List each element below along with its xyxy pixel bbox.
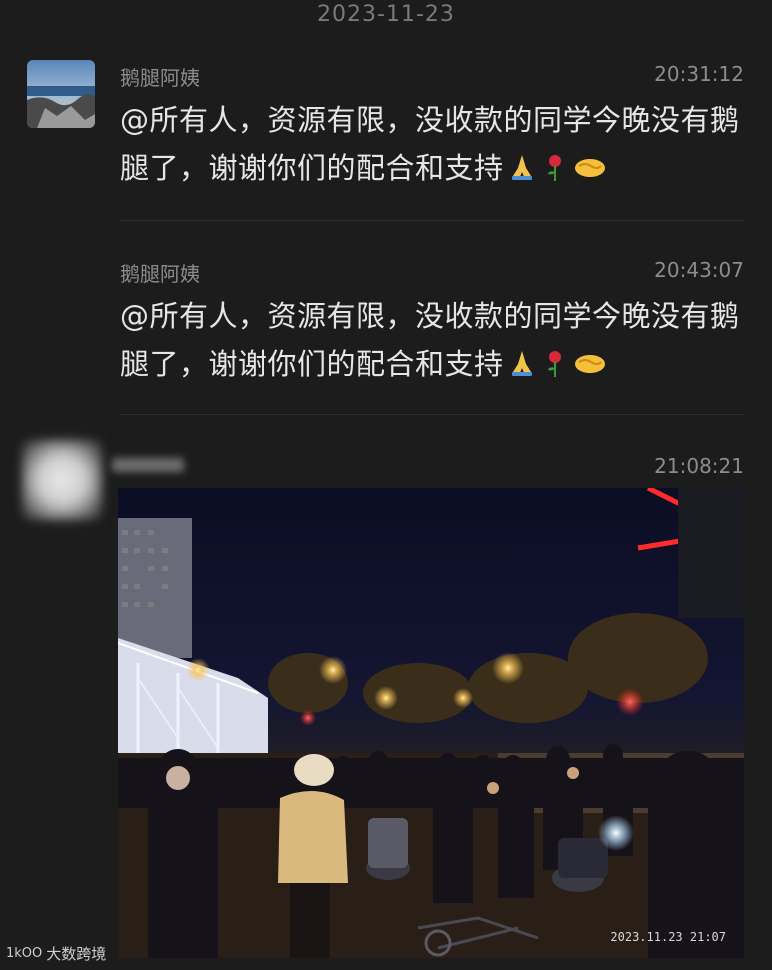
folded-hands-icon [507, 148, 537, 196]
watermark: 1kOO 大数跨境 [6, 943, 106, 964]
handshake-icon [573, 148, 607, 196]
sender-name: 鹅腿阿姨 [120, 66, 200, 90]
photo-timestamp: 2023.11.23 21:07 [610, 930, 726, 944]
rose-icon [540, 148, 570, 196]
message-body: @所有人，资源有限，没收款的同学今晚没有鹅腿了，谢谢你们的配合和支持 [120, 299, 740, 381]
avatar[interactable] [27, 60, 95, 128]
message-photo[interactable]: 2023.11.23 21:07 [118, 488, 744, 958]
sender-name-blurred [112, 458, 184, 472]
sender-name: 鹅腿阿姨 [120, 262, 200, 286]
message-text: @所有人，资源有限，没收款的同学今晚没有鹅腿了，谢谢你们的配合和支持 [120, 292, 750, 392]
message-divider [120, 220, 744, 221]
message-time: 20:43:07 [654, 258, 744, 282]
avatar-blurred[interactable] [22, 440, 102, 520]
message-time: 21:08:21 [654, 454, 744, 478]
message-time: 20:31:12 [654, 62, 744, 86]
handshake-icon [573, 344, 607, 392]
watermark-logo: 1kOO [6, 946, 43, 961]
watermark-text: 大数跨境 [46, 945, 107, 963]
message-body: @所有人，资源有限，没收款的同学今晚没有鹅腿了，谢谢你们的配合和支持 [120, 103, 740, 185]
rose-icon [540, 344, 570, 392]
folded-hands-icon [507, 344, 537, 392]
message-text: @所有人，资源有限，没收款的同学今晚没有鹅腿了，谢谢你们的配合和支持 [120, 96, 750, 196]
message-divider [120, 414, 744, 415]
date-separator: 2023-11-23 [317, 2, 455, 27]
